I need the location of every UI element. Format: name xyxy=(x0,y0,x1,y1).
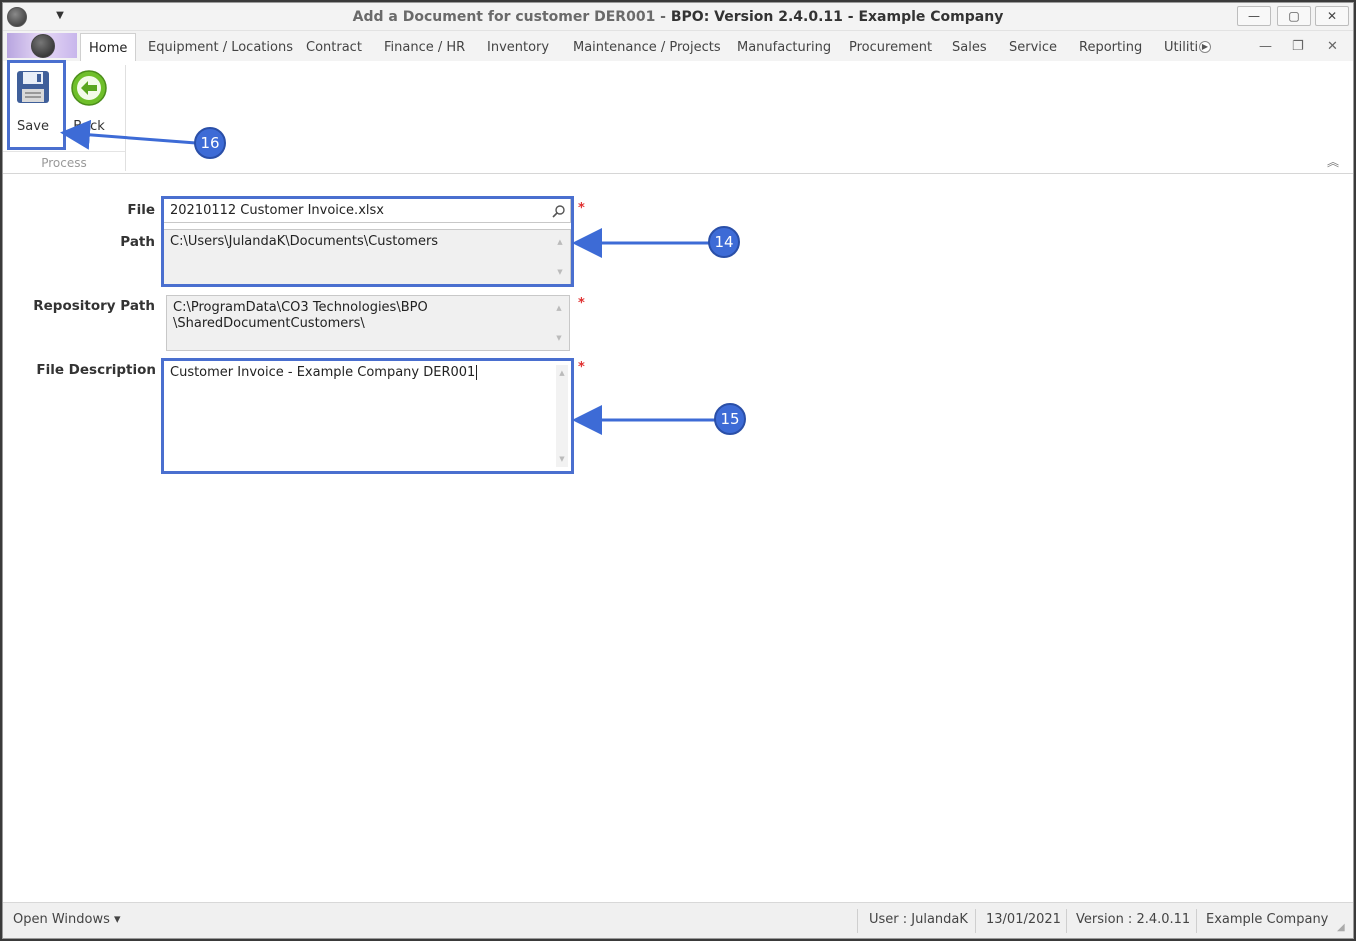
repository-path-label: Repository Path xyxy=(33,298,155,314)
minimize-button[interactable]: — xyxy=(1237,6,1271,26)
mdi-close-icon[interactable]: ✕ xyxy=(1327,39,1338,54)
window-title-prefix: Add a Document for customer DER001 - xyxy=(352,9,671,25)
callout-badge-15: 15 xyxy=(714,403,746,435)
tab-home[interactable]: Home xyxy=(80,33,137,62)
mdi-minimize-icon[interactable]: — xyxy=(1259,39,1272,54)
callout-badge-16: 16 xyxy=(194,127,226,159)
tab-maintenance-projects[interactable]: Maintenance / Projects xyxy=(573,40,721,55)
open-windows-dropdown[interactable]: Open Windows ▾ xyxy=(13,912,121,927)
resize-grip-icon[interactable]: ◢ xyxy=(1337,922,1349,934)
status-separator xyxy=(1066,909,1067,933)
ribbon-tabs: Home Equipment / Locations Contract Fina… xyxy=(3,31,1353,62)
tab-service[interactable]: Service xyxy=(1009,40,1057,55)
tab-equipment-locations[interactable]: Equipment / Locations xyxy=(148,40,293,55)
repository-path-line2: \SharedDocumentCustomers\ xyxy=(173,316,365,331)
tab-procurement[interactable]: Procurement xyxy=(849,40,932,55)
back-button-label: Back xyxy=(73,119,105,134)
tab-reporting[interactable]: Reporting xyxy=(1079,40,1142,55)
callout-15-highlight xyxy=(161,358,574,474)
tab-utilities[interactable]: Utiliti xyxy=(1164,40,1198,55)
maximize-button[interactable]: ▢ xyxy=(1277,6,1311,26)
file-label: File xyxy=(127,202,155,218)
status-separator xyxy=(857,909,858,933)
repository-path-scrollbar[interactable]: ▲ ▼ xyxy=(553,300,565,346)
tab-contract[interactable]: Contract xyxy=(306,40,362,55)
repository-required-marker: * xyxy=(578,296,585,311)
callout-14-highlight xyxy=(161,196,574,287)
window-title-main: BPO: Version 2.4.0.11 - Example Company xyxy=(670,9,1004,25)
mdi-restore-icon[interactable]: ❐ xyxy=(1292,39,1304,54)
file-required-marker: * xyxy=(578,201,585,216)
tab-manufacturing[interactable]: Manufacturing xyxy=(737,40,831,55)
tab-finance-hr[interactable]: Finance / HR xyxy=(384,40,465,55)
close-button[interactable]: ✕ xyxy=(1315,6,1349,26)
repository-path-line1: C:\ProgramData\CO3 Technologies\BPO xyxy=(173,300,428,315)
ribbon-group-process: Process xyxy=(3,151,125,173)
callout-badge-14: 14 xyxy=(708,226,740,258)
ribbon-group-separator xyxy=(125,65,126,171)
status-version: Version : 2.4.0.11 xyxy=(1076,912,1191,927)
status-date: 13/01/2021 xyxy=(986,912,1061,927)
title-bar: ▼ Add a Document for customer DER001 - B… xyxy=(3,3,1353,31)
application-menu-button[interactable] xyxy=(7,33,77,58)
status-separator xyxy=(1196,909,1197,933)
collapse-ribbon-icon[interactable]: ︽ xyxy=(1327,153,1339,170)
tab-scroll-right-icon[interactable]: ▶ xyxy=(1199,41,1211,53)
tab-sales[interactable]: Sales xyxy=(952,40,987,55)
status-company: Example Company xyxy=(1206,912,1329,927)
file-description-label: File Description xyxy=(36,362,156,378)
window-title: Add a Document for customer DER001 - BPO… xyxy=(3,9,1353,25)
status-bar: Open Windows ▾ User : JulandaK 13/01/202… xyxy=(3,902,1353,938)
back-arrow-icon xyxy=(71,70,107,106)
path-label: Path xyxy=(120,234,155,250)
tab-inventory[interactable]: Inventory xyxy=(487,40,549,55)
bpo-logo-icon xyxy=(31,34,55,58)
status-separator xyxy=(975,909,976,933)
callout-16-highlight xyxy=(7,60,66,150)
repository-path-field[interactable]: C:\ProgramData\CO3 Technologies\BPO \Sha… xyxy=(166,295,570,351)
description-required-marker: * xyxy=(578,360,585,375)
back-button[interactable]: Back xyxy=(63,67,115,137)
status-user: User : JulandaK xyxy=(869,912,968,927)
